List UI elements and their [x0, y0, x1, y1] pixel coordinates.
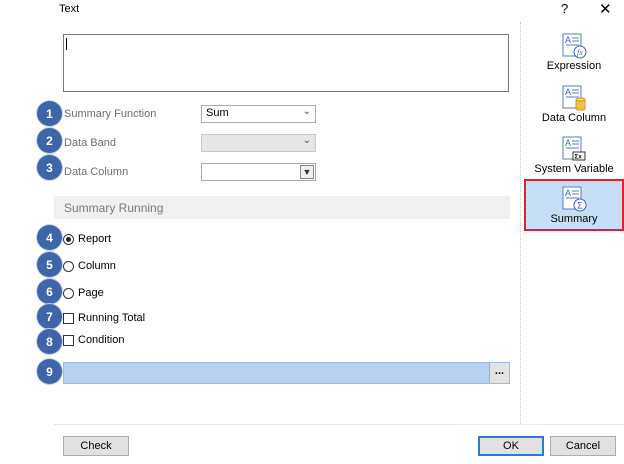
side-label-summary: Summary	[550, 213, 598, 225]
running-total-label: Running Total	[78, 312, 146, 324]
step-badge-2: 2	[37, 128, 62, 153]
checkbox[interactable]	[63, 334, 74, 346]
side-button-expression[interactable]: A fx Expression	[524, 32, 624, 82]
condition-expression-field[interactable]: ...	[63, 362, 510, 384]
ok-button[interactable]: OK	[478, 436, 544, 456]
side-label-expression: Expression	[546, 60, 602, 72]
title-bar: Text ? ✕	[0, 0, 624, 22]
checkbox-running-total[interactable]: Running Total	[63, 312, 145, 324]
step-badge-7: 7	[37, 304, 62, 329]
radio-button[interactable]	[63, 233, 74, 245]
radio-page[interactable]: Page	[63, 287, 104, 299]
step-badge-9: 9	[37, 359, 62, 384]
cancel-button[interactable]: Cancel	[550, 436, 616, 456]
condition-label: Condition	[78, 334, 125, 346]
side-button-data-column[interactable]: A Data Column	[524, 84, 624, 134]
radio-column-label: Column	[78, 260, 116, 272]
chevron-down-icon: ⌄	[302, 106, 311, 117]
expression-textarea[interactable]	[63, 34, 509, 92]
side-label-data-column: Data Column	[541, 112, 607, 124]
summary-function-value: Sum	[206, 107, 229, 119]
svg-text:Σ: Σ	[577, 201, 583, 211]
help-button[interactable]: ?	[561, 1, 568, 16]
close-button[interactable]: ✕	[599, 0, 612, 18]
footer-divider	[54, 424, 624, 425]
step-badge-4: 4	[37, 225, 62, 250]
svg-text:A: A	[565, 87, 571, 97]
step-badge-6: 6	[37, 279, 62, 304]
panel-divider	[520, 22, 521, 424]
svg-text:fx: fx	[577, 48, 583, 57]
data-column-select[interactable]: ▼	[201, 163, 316, 181]
system-variable-icon: A Σx	[562, 136, 586, 161]
svg-text:A: A	[565, 35, 571, 45]
ellipsis-button[interactable]: ...	[489, 363, 509, 383]
summary-running-header: Summary Running	[54, 196, 510, 219]
step-badge-1: 1	[37, 101, 62, 126]
svg-text:A: A	[565, 138, 571, 148]
side-label-system-variable: System Variable	[534, 163, 614, 175]
radio-button[interactable]	[63, 260, 74, 272]
data-band-select[interactable]: ⌄	[201, 134, 316, 152]
side-button-summary[interactable]: A Σ Summary	[524, 179, 624, 231]
chevron-down-icon[interactable]: ▼	[300, 165, 314, 179]
check-button[interactable]: Check	[63, 436, 129, 456]
radio-page-label: Page	[78, 287, 104, 299]
checkbox-condition[interactable]: Condition	[63, 334, 124, 346]
chevron-down-icon: ⌄	[302, 135, 311, 146]
side-button-system-variable[interactable]: A Σx System Variable	[524, 135, 624, 185]
summary-icon: A Σ	[562, 186, 587, 212]
svg-text:A: A	[565, 188, 571, 198]
radio-button[interactable]	[63, 287, 74, 299]
radio-column[interactable]: Column	[63, 260, 116, 272]
data-band-label: Data Band	[64, 137, 116, 149]
step-badge-8: 8	[37, 329, 62, 354]
summary-function-label: Summary Function	[64, 108, 157, 120]
summary-function-select[interactable]: Sum ⌄	[201, 105, 316, 123]
step-badge-3: 3	[37, 155, 62, 180]
svg-text:Σx: Σx	[575, 154, 583, 161]
data-column-label: Data Column	[64, 166, 129, 178]
text-caret	[66, 38, 67, 50]
checkbox[interactable]	[63, 312, 74, 324]
window-title: Text	[59, 3, 80, 15]
step-badge-5: 5	[37, 252, 62, 277]
expression-icon: A fx	[562, 33, 587, 59]
radio-report[interactable]: Report	[63, 233, 111, 245]
radio-report-label: Report	[78, 233, 112, 245]
data-column-icon: A	[562, 85, 586, 111]
